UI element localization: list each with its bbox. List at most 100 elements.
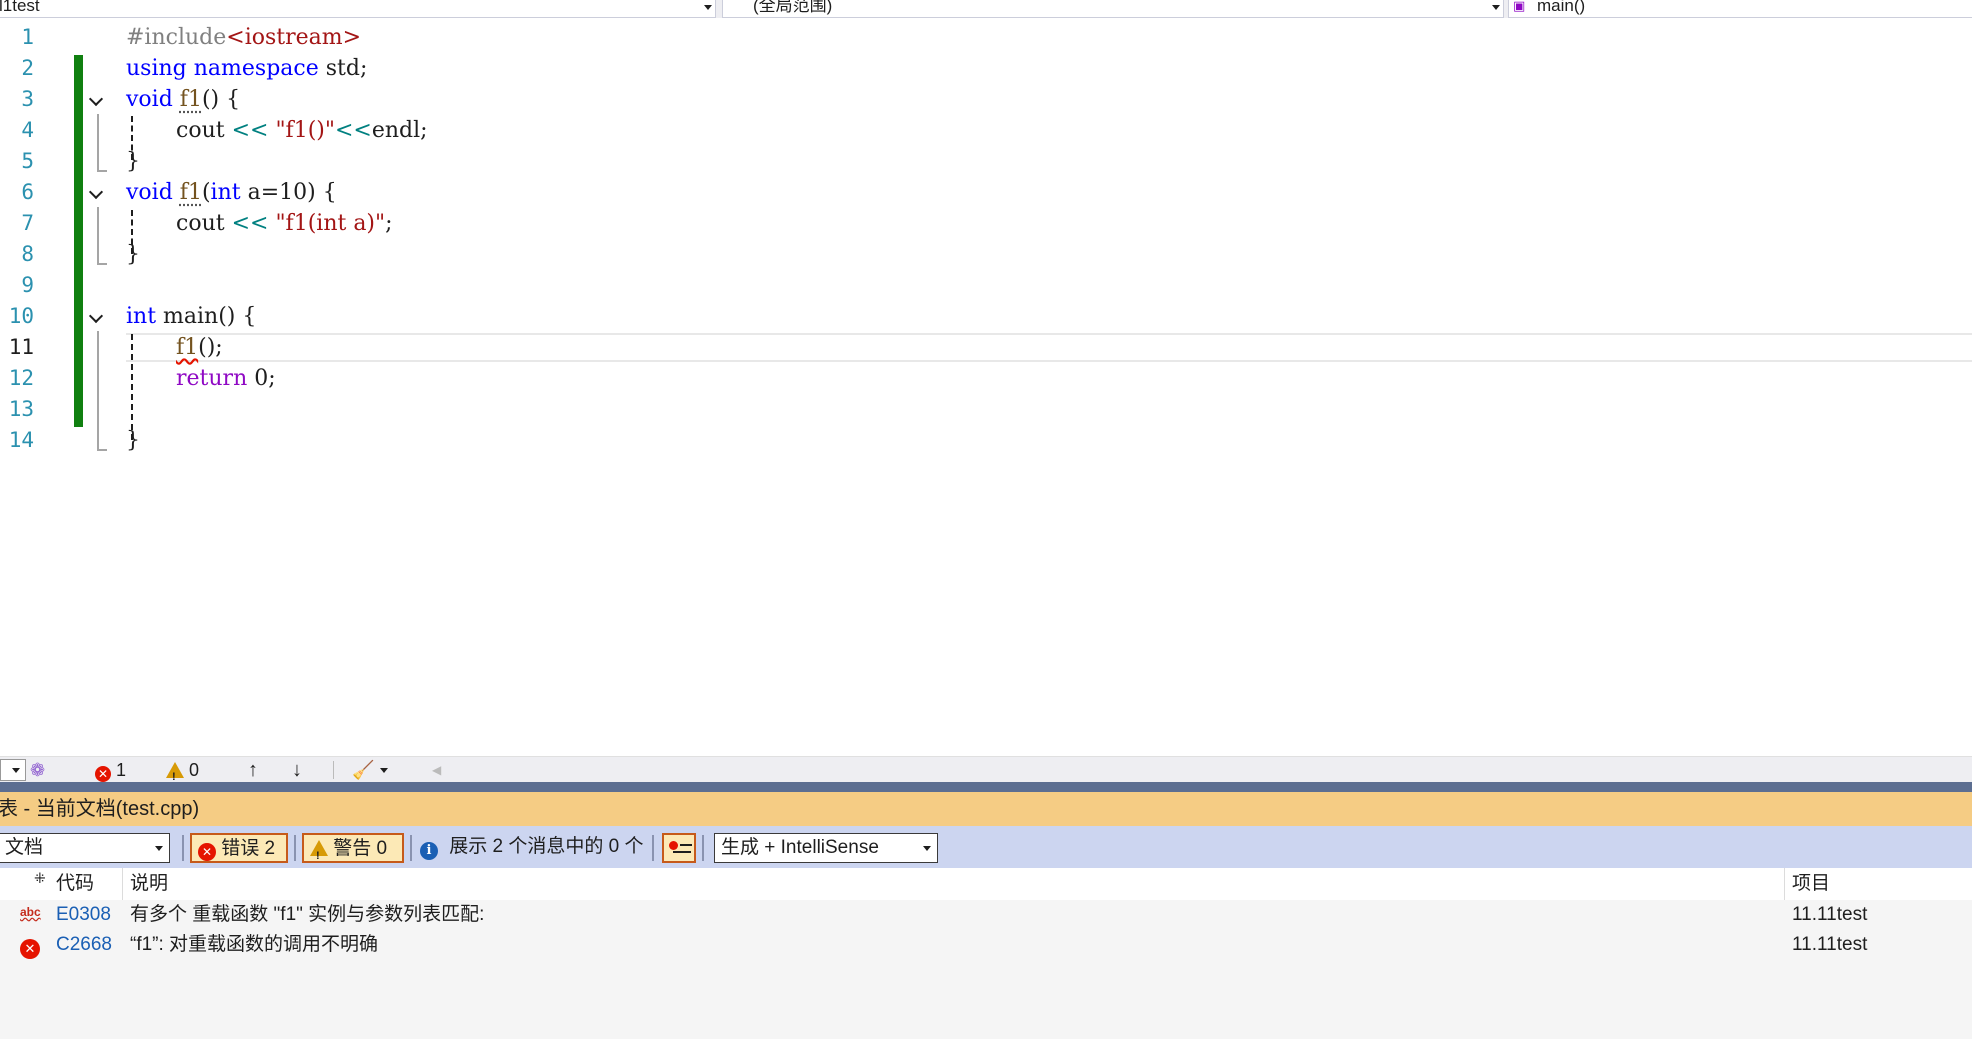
code-text: int main() { xyxy=(126,304,257,329)
chevron-down-icon xyxy=(923,846,931,851)
filter-icon-line xyxy=(673,851,691,853)
code-line: 9 xyxy=(0,270,1972,301)
error-list-body: abc E0308 有多个 重载函数 "f1" 实例与参数列表匹配: 11.11… xyxy=(0,900,1972,1039)
line-number: 1 xyxy=(21,25,34,49)
editor-status-strip: ❁ ✕ 1 ! 0 ↑ ↓ 🧹 ◀ xyxy=(0,756,1972,783)
code-text: #include<iostream> xyxy=(126,25,362,50)
scope-filter-select[interactable]: 文档 xyxy=(0,833,170,863)
errors-filter-label: 错误 2 xyxy=(221,838,276,859)
error-count: 1 xyxy=(116,760,127,780)
line-number: 11 xyxy=(8,335,34,359)
divider xyxy=(333,761,334,779)
source-filter-value: 生成 + IntelliSense xyxy=(721,837,879,858)
messages-filter-label: 展示 2 个消息中的 0 个 xyxy=(449,836,644,857)
error-description: “f1”: 对重载函数的调用不明确 xyxy=(130,934,379,955)
divider xyxy=(652,835,654,861)
line-number: 9 xyxy=(21,273,34,297)
code-text: cout << "f1(int a)"; xyxy=(176,211,393,236)
column-header-description[interactable]: 说明 xyxy=(130,868,168,900)
line-number: 4 xyxy=(21,118,34,142)
chevron-down-icon xyxy=(155,846,163,851)
line-number: 6 xyxy=(21,180,34,204)
filter-icon-line xyxy=(680,844,692,846)
arrow-down-icon[interactable]: ↓ xyxy=(292,757,302,783)
warnings-filter-label: 警告 0 xyxy=(333,838,388,859)
code-editor[interactable]: 1 #include<iostream> 2 using namespace s… xyxy=(0,18,1972,756)
scope-dropdown-value: (全局范围) xyxy=(753,0,833,15)
build-filter-button[interactable] xyxy=(662,833,696,863)
arrow-up-icon[interactable]: ↑ xyxy=(248,757,258,783)
messages-filter-button[interactable]: i 展示 2 个消息中的 0 个 xyxy=(420,833,644,863)
column-header-project[interactable]: 项目 xyxy=(1792,868,1830,900)
warning-count-indicator[interactable]: ! 0 xyxy=(166,757,199,783)
divider xyxy=(410,835,412,861)
error-code[interactable]: E0308 xyxy=(56,900,111,930)
scroll-left-icon[interactable]: ◀ xyxy=(432,757,441,783)
code-line: 10 int main() { xyxy=(0,301,1972,332)
error-list-title-bar: 表 - 当前文档(test.cpp) xyxy=(0,792,1972,826)
code-text: void f1(int a=10) { xyxy=(126,180,337,205)
line-number: 8 xyxy=(21,242,34,266)
code-text: return 0; xyxy=(176,366,276,391)
column-header-code[interactable]: 代码 xyxy=(56,868,94,900)
warning-icon: ! xyxy=(166,762,184,783)
error-project: 11.11test xyxy=(1792,934,1868,955)
error-row[interactable]: ✕ C2668 “f1”: 对重载函数的调用不明确 11.11test xyxy=(0,930,1972,960)
line-number: 3 xyxy=(21,87,34,111)
divider xyxy=(182,835,184,861)
chevron-down-icon xyxy=(12,768,20,773)
line-number: 12 xyxy=(8,366,34,390)
line-number: 7 xyxy=(21,211,34,235)
info-icon: i xyxy=(420,842,438,860)
code-line: 7 cout << "f1(int a)"; xyxy=(0,208,1972,239)
error-list-title: 表 - 当前文档(test.cpp) xyxy=(0,798,200,820)
editor-navigation-bar: l1test (全局范围) ▣ main() xyxy=(0,0,1972,19)
chevron-down-icon xyxy=(1492,5,1500,10)
project-dropdown[interactable]: l1test xyxy=(0,0,716,18)
code-text: void f1() { xyxy=(126,87,241,112)
code-line: 14 } xyxy=(0,425,1972,456)
code-text: f1(); xyxy=(176,335,223,360)
code-line: 5 } xyxy=(0,146,1972,177)
column-divider[interactable] xyxy=(1784,868,1785,900)
code-line: 1 #include<iostream> xyxy=(0,22,1972,53)
code-line: 4 cout << "f1()"<<endl; xyxy=(0,115,1972,146)
code-line: 8 } xyxy=(0,239,1972,270)
scope-dropdown[interactable]: (全局范围) xyxy=(722,0,1504,18)
line-number: 10 xyxy=(8,304,34,328)
code-text: } xyxy=(126,428,140,453)
code-line: 3 void f1() { xyxy=(0,84,1972,115)
error-project: 11.11test xyxy=(1792,904,1868,925)
error-list-header: ⁜ 代码 说明 项目 xyxy=(0,868,1972,901)
error-count-indicator[interactable]: ✕ 1 xyxy=(95,757,126,783)
line-number: 2 xyxy=(21,56,34,80)
project-dropdown-value: l1test xyxy=(0,0,40,15)
error-icon: ✕ xyxy=(20,935,40,959)
line-number: 13 xyxy=(8,397,34,421)
scope-filter-value: 文档 xyxy=(5,837,44,858)
error-description: 有多个 重载函数 "f1" 实例与参数列表匹配: xyxy=(130,904,485,925)
column-divider[interactable] xyxy=(122,868,123,900)
error-icon: ✕ xyxy=(95,766,111,782)
code-text: cout << "f1()"<<endl; xyxy=(176,118,428,143)
line-number: 5 xyxy=(21,149,34,173)
zoom-dropdown[interactable] xyxy=(0,759,26,781)
warnings-filter-button[interactable]: ! 警告 0 xyxy=(302,833,404,863)
copilot-icon[interactable]: ❁ xyxy=(30,757,45,783)
source-filter-select[interactable]: 生成 + IntelliSense xyxy=(714,833,938,863)
intellisense-error-icon: abc xyxy=(20,905,41,919)
sort-icon[interactable]: ⁜ xyxy=(34,862,46,894)
chevron-down-icon xyxy=(704,5,712,10)
cube-icon: ▣ xyxy=(1513,0,1526,13)
member-dropdown[interactable]: ▣ main() xyxy=(1508,0,1972,18)
line-number: 14 xyxy=(8,428,34,452)
panel-splitter[interactable] xyxy=(0,782,1972,792)
code-cleanup-icon[interactable]: 🧹 xyxy=(352,757,374,783)
error-list-toolbar: 文档 ✕ 错误 2 ! 警告 0 i 展示 2 个消息中的 0 个 生成 + I… xyxy=(0,826,1972,868)
error-code[interactable]: C2668 xyxy=(56,930,112,960)
code-text: using namespace std; xyxy=(126,56,368,81)
divider xyxy=(702,835,704,861)
errors-filter-button[interactable]: ✕ 错误 2 xyxy=(190,833,288,863)
code-line: 6 void f1(int a=10) { xyxy=(0,177,1972,208)
error-row[interactable]: abc E0308 有多个 重载函数 "f1" 实例与参数列表匹配: 11.11… xyxy=(0,900,1972,930)
